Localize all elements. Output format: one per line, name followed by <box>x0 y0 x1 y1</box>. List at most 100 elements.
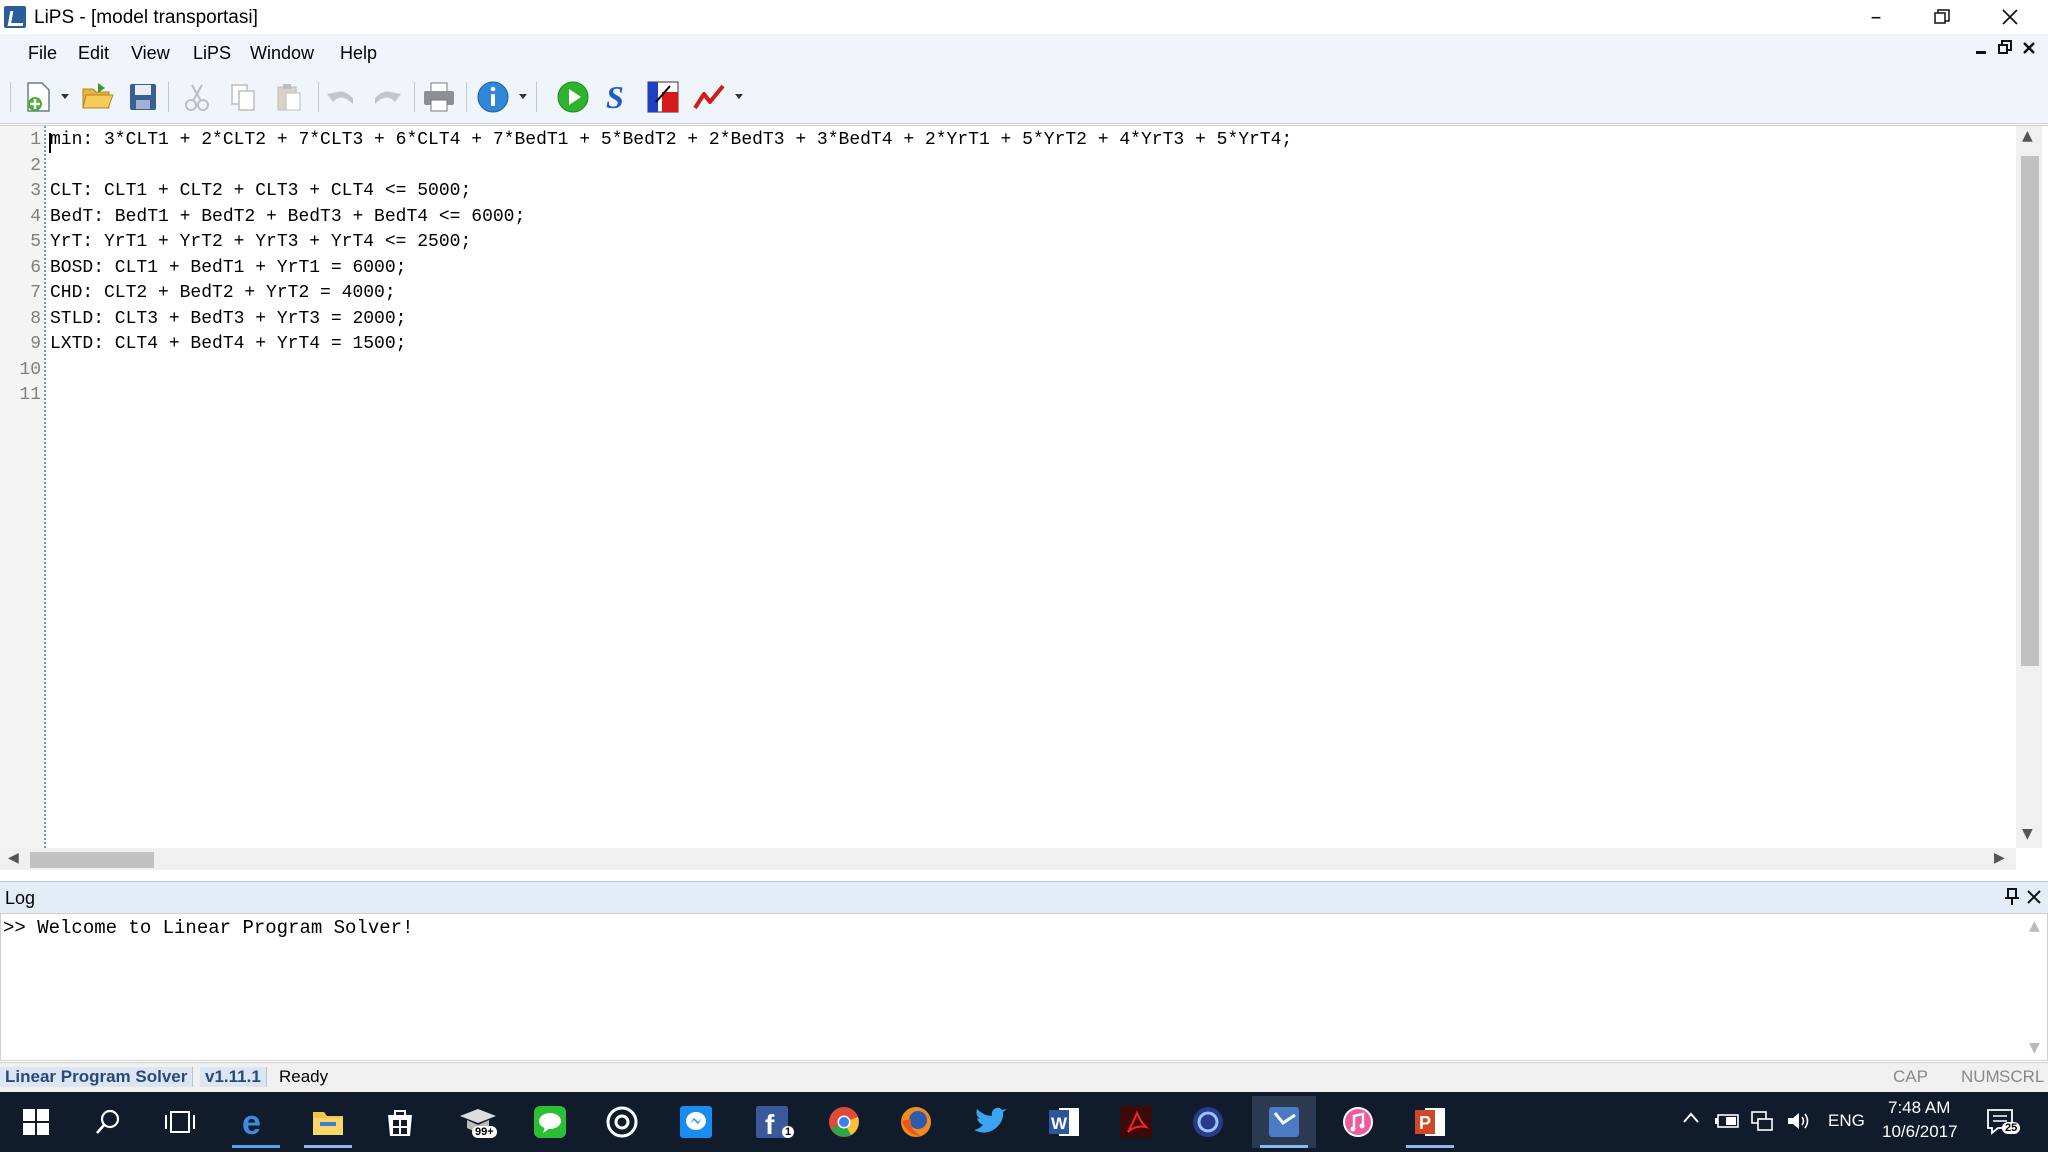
code-line-constraint[interactable]: BOSD: CLT1 + BedT1 + YrT1 = 6000; <box>50 258 406 278</box>
minimize-button[interactable]: – <box>1844 0 1908 34</box>
scroll-down-arrow-icon[interactable]: ▼ <box>2022 826 2033 842</box>
chart-dropdown[interactable] <box>732 78 746 116</box>
log-panel-header: Log <box>0 881 2048 913</box>
store-bag-icon <box>388 1110 412 1136</box>
taskbar-store[interactable] <box>368 1096 432 1148</box>
code-line-constraint[interactable]: LXTD: CLT4 + BedT4 + YrT4 = 1500; <box>50 334 406 354</box>
menu-window[interactable]: Window <box>250 43 314 64</box>
mdi-close-button[interactable] <box>2022 40 2036 61</box>
taskbar-firefox[interactable] <box>884 1096 948 1148</box>
taskbar-file-explorer[interactable] <box>296 1096 360 1148</box>
paste-button[interactable] <box>270 78 308 116</box>
copy-button[interactable] <box>224 78 262 116</box>
menu-file[interactable]: File <box>28 43 57 64</box>
scroll-right-arrow-icon[interactable]: ▶ <box>1994 850 2005 866</box>
graph-icon <box>647 81 679 113</box>
redo-button[interactable] <box>368 78 406 116</box>
notification-count-badge: 25 <box>2002 1122 2021 1134</box>
taskbar-powerpoint[interactable]: P <box>1398 1096 1462 1148</box>
scroll-left-arrow-icon[interactable]: ◀ <box>8 850 19 866</box>
battery-icon[interactable] <box>1714 1112 1740 1135</box>
log-scroll-down-icon[interactable]: ▼ <box>2029 1040 2040 1056</box>
code-line-constraint[interactable]: CHD: CLT2 + BedT2 + YrT2 = 4000; <box>50 283 396 303</box>
save-button[interactable] <box>124 78 162 116</box>
redo-icon <box>375 91 401 104</box>
info-button[interactable] <box>474 78 512 116</box>
taskbar-itunes[interactable] <box>1326 1096 1390 1148</box>
code-line-constraint[interactable]: YrT: YrT1 + YrT2 + YrT3 + YrT4 <= 2500; <box>50 232 471 252</box>
open-file-button[interactable] <box>78 78 116 116</box>
language-indicator[interactable]: ENG <box>1828 1111 1865 1131</box>
mdi-minimize-button[interactable] <box>1974 40 1988 61</box>
vertical-scroll-thumb[interactable] <box>2021 156 2039 666</box>
taskbar-edge[interactable]: e <box>224 1096 288 1148</box>
print-button[interactable] <box>420 78 458 116</box>
graph-button[interactable] <box>644 78 682 116</box>
menu-view[interactable]: View <box>131 43 170 64</box>
undo-button[interactable] <box>322 78 360 116</box>
svg-text:e: e <box>242 1106 261 1138</box>
taskbar-app-blue[interactable] <box>1176 1096 1240 1148</box>
line-number: 1 <box>30 130 41 150</box>
code-line-constraint[interactable]: CLT: CLT1 + CLT2 + CLT3 + CLT4 <= 5000; <box>50 181 471 201</box>
line-number: 11 <box>19 385 41 405</box>
network-icon[interactable] <box>1750 1110 1774 1137</box>
code-line-constraint[interactable]: BedT: BedT1 + BedT2 + BedT3 + BedT4 <= 6… <box>50 207 525 227</box>
svg-text:P: P <box>1419 1113 1431 1133</box>
chart-button[interactable] <box>690 78 728 116</box>
scroll-up-arrow-icon[interactable]: ▲ <box>2022 128 2033 144</box>
taskbar-messenger[interactable] <box>664 1096 728 1148</box>
menu-edit[interactable]: Edit <box>78 43 109 64</box>
cut-button[interactable] <box>178 78 216 116</box>
taskbar-app-circle[interactable] <box>590 1096 654 1148</box>
code-editor[interactable]: 1 2 3 4 5 6 7 8 9 10 11 min: 3*CLT1 + 2*… <box>0 125 2048 870</box>
sensitivity-button[interactable]: S <box>598 78 636 116</box>
taskbar-acrobat[interactable] <box>1104 1096 1168 1148</box>
menu-lips[interactable]: LiPS <box>193 43 231 64</box>
clock-time[interactable]: 7:48 AM <box>1888 1098 1950 1118</box>
run-solve-button[interactable] <box>554 78 592 116</box>
close-button[interactable] <box>1978 0 2042 34</box>
taskbar-lips[interactable] <box>1252 1096 1316 1148</box>
menu-help[interactable]: Help <box>340 43 377 64</box>
sensitivity-s-icon: S <box>606 80 624 114</box>
log-scroll-up-icon[interactable]: ▲ <box>2029 918 2040 934</box>
horizontal-scrollbar[interactable]: ◀ ▶ <box>0 848 2016 870</box>
taskbar-facebook[interactable]: f 1 <box>740 1096 804 1148</box>
pin-button[interactable] <box>2004 888 2020 911</box>
chevron-down-icon <box>61 94 69 99</box>
task-view-button[interactable] <box>148 1096 212 1148</box>
mdi-restore-button[interactable] <box>1998 40 2012 61</box>
search-button[interactable] <box>76 1096 140 1148</box>
code-line-objective[interactable]: min: 3*CLT1 + 2*CLT2 + 7*CLT3 + 6*CLT4 +… <box>50 130 1292 150</box>
log-close-button[interactable] <box>2026 888 2042 911</box>
clock-date[interactable]: 10/6/2017 <box>1882 1122 1958 1142</box>
vertical-scrollbar[interactable]: ▲ ▼ <box>2016 126 2042 848</box>
chevron-up-icon <box>1683 1112 1699 1123</box>
info-dropdown[interactable] <box>516 78 530 116</box>
restore-icon <box>1934 9 1950 24</box>
close-icon <box>2002 9 2018 25</box>
code-line-constraint[interactable]: STLD: CLT3 + BedT3 + YrT3 = 2000; <box>50 309 406 329</box>
taskbar-mail[interactable]: 99+ <box>446 1096 510 1148</box>
new-file-button[interactable] <box>20 78 58 116</box>
lips-app-icon[interactable] <box>4 6 26 28</box>
taskbar-twitter[interactable] <box>958 1096 1022 1148</box>
taskbar-chrome[interactable] <box>812 1096 876 1148</box>
show-hidden-icons-button[interactable] <box>1682 1110 1700 1130</box>
cut-icon <box>185 84 209 111</box>
horizontal-scroll-thumb[interactable] <box>30 852 154 868</box>
volume-icon[interactable] <box>1786 1110 1812 1137</box>
lips-app-icon <box>1269 1107 1299 1137</box>
taskbar-word[interactable]: W <box>1032 1096 1096 1148</box>
status-bar: Linear Program Solver v1.11.1 Ready CAP … <box>0 1062 2048 1092</box>
new-file-dropdown[interactable] <box>58 78 72 116</box>
chevron-down-icon <box>519 94 527 99</box>
taskbar-line[interactable] <box>518 1096 582 1148</box>
restore-button[interactable] <box>1910 0 1974 34</box>
start-button[interactable] <box>4 1096 68 1148</box>
line-chart-icon <box>693 84 725 110</box>
music-note-icon <box>1343 1107 1373 1137</box>
window-title: LiPS - [model transportasi] <box>34 7 258 28</box>
log-output[interactable]: >> Welcome to Linear Program Solver! ▲ ▼ <box>0 913 2048 1061</box>
